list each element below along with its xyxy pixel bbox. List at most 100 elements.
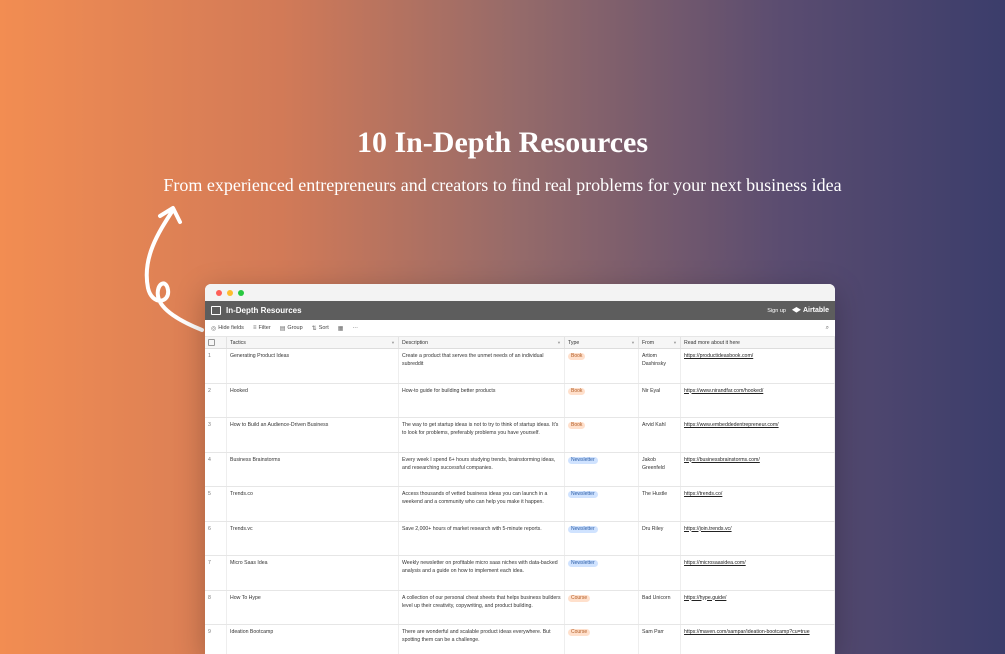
link-cell[interactable]: https://microsaasidea.com/ <box>681 556 835 590</box>
column-header-from[interactable]: From ▼ <box>639 337 681 348</box>
column-header-label: Tactics <box>230 339 246 346</box>
from-cell[interactable]: Sam Parr <box>639 625 681 654</box>
tactic-cell[interactable]: How to Build an Audience-Driven Business <box>227 418 399 452</box>
type-cell[interactable]: Course <box>565 625 639 654</box>
sort-label: Sort <box>318 325 329 331</box>
group-button[interactable]: ▤ Group <box>280 325 303 332</box>
view-toolbar: ◎ Hide fields ≡ Filter ▤ Group ⇅ Sort ▦ … <box>205 320 835 337</box>
tactic-cell[interactable]: Hooked <box>227 383 399 417</box>
description-cell[interactable]: How-to guide for building better product… <box>399 383 565 417</box>
description-cell[interactable]: Create a product that serves the unmet n… <box>399 349 565 383</box>
app-header: In-Depth Resources Sign up Airtable <box>205 301 835 320</box>
description-cell[interactable]: A collection of our personal cheat sheet… <box>399 590 565 624</box>
link-cell[interactable]: https://businessbrainstorms.com/ <box>681 452 835 486</box>
hide-fields-button[interactable]: ◎ Hide fields <box>211 325 244 332</box>
sort-button[interactable]: ⇅ Sort <box>312 325 329 332</box>
tactic-cell[interactable]: How To Hype <box>227 590 399 624</box>
from-cell[interactable]: The Hustle <box>639 487 681 521</box>
filter-label: Filter <box>258 325 271 331</box>
tactic-cell[interactable]: Ideation Bootcamp <box>227 625 399 654</box>
resource-link[interactable]: https://www.embeddedentrepreneur.com/ <box>684 422 779 428</box>
resource-link[interactable]: https://join.trends.vc/ <box>684 526 732 532</box>
type-badge: Book <box>568 422 586 429</box>
from-cell[interactable]: Bad Unicorn <box>639 590 681 624</box>
minimize-window-button[interactable] <box>227 289 233 296</box>
from-cell[interactable]: Jakob Greenfeld <box>639 452 681 486</box>
type-cell[interactable]: Course <box>565 590 639 624</box>
from-cell[interactable]: Dru Riley <box>639 521 681 555</box>
row-number: 1 <box>205 349 227 383</box>
close-window-button[interactable] <box>216 289 222 296</box>
description-cell[interactable]: There are wonderful and scalable product… <box>399 625 565 654</box>
select-all-checkbox[interactable] <box>205 337 227 348</box>
link-cell[interactable]: https://www.nirandfar.com/hooked/ <box>681 383 835 417</box>
link-cell[interactable]: https://trends.co/ <box>681 487 835 521</box>
sort-icon: ⇅ <box>311 325 317 332</box>
link-cell[interactable]: https://hype.guide/ <box>681 590 835 624</box>
type-cell[interactable]: Newsletter <box>565 487 639 521</box>
group-label: Group <box>287 325 303 331</box>
type-badge: Book <box>568 387 586 395</box>
table-row[interactable]: 4 Business Brainstorms Every week I spend … <box>205 452 835 487</box>
link-cell[interactable]: https://join.trends.vc/ <box>681 521 835 555</box>
table-row[interactable]: 5 Trends.co Access thousands of vetted bus… <box>205 487 835 522</box>
column-header-type[interactable]: Type ▼ <box>565 337 639 348</box>
link-cell[interactable]: https://maven.com/sampar/ideation-bootca… <box>681 625 835 654</box>
tactic-cell[interactable]: Business Brainstorms <box>227 452 399 486</box>
type-cell[interactable]: Newsletter <box>565 556 639 590</box>
resource-link[interactable]: https://www.nirandfar.com/hooked/ <box>684 388 763 394</box>
from-cell[interactable]: Artiom Dashinsky <box>639 349 681 383</box>
from-cell[interactable] <box>639 556 681 590</box>
table-body: 1 Generating Product Ideas Create a produc… <box>205 349 835 654</box>
type-cell[interactable]: Newsletter <box>565 521 639 555</box>
tactic-cell[interactable]: Micro Saas Idea <box>227 556 399 590</box>
hero-title: 10 In-Depth Resources <box>356 126 649 159</box>
resource-link[interactable]: https://productideasbook.com/ <box>684 353 753 359</box>
hero-subtitle: From experienced entrepreneurs and creat… <box>163 175 842 195</box>
table-row[interactable]: 9 Ideation Bootcamp There are wonderful an… <box>205 625 835 654</box>
resource-link[interactable]: https://microsaasidea.com/ <box>684 560 746 566</box>
from-cell[interactable]: Nir Eyal <box>639 383 681 417</box>
column-header-tactics[interactable]: Tactics ▼ <box>227 337 399 348</box>
table-row[interactable]: 6 Trends.vc Save 2,000+ hours of market re… <box>205 521 835 556</box>
link-cell[interactable]: https://www.embeddedentrepreneur.com/ <box>681 418 835 452</box>
type-badge: Newsletter <box>568 560 598 567</box>
resource-link[interactable]: https://maven.com/sampar/ideation-bootca… <box>684 629 810 635</box>
filter-button[interactable]: ≡ Filter <box>253 325 271 331</box>
description-cell[interactable]: The way to get startup ideas is not to t… <box>399 418 565 452</box>
filter-icon: ≡ <box>252 325 257 331</box>
table-row[interactable]: 2 Hooked How-to guide for building better … <box>205 383 835 418</box>
more-options-button[interactable]: ··· <box>352 325 358 331</box>
tactic-cell[interactable]: Trends.co <box>227 487 399 521</box>
airtable-logo[interactable]: Airtable <box>791 307 829 314</box>
row-height-button[interactable]: ▦ <box>338 325 344 332</box>
description-cell[interactable]: Weekly newsletter on profitable micro sa… <box>399 556 565 590</box>
link-cell[interactable]: https://productideasbook.com/ <box>681 349 835 383</box>
table-row[interactable]: 7 Micro Saas Idea Weekly newsletter on pro… <box>205 556 835 591</box>
type-badge: Newsletter <box>568 491 598 498</box>
row-number: 3 <box>205 418 227 452</box>
table-row[interactable]: 8 How To Hype A collection of our personal… <box>205 590 835 625</box>
eye-icon: ◎ <box>211 325 217 332</box>
from-cell[interactable]: Arvid Kahl <box>639 418 681 452</box>
table-row[interactable]: 1 Generating Product Ideas Create a produc… <box>205 349 835 384</box>
type-cell[interactable]: Newsletter <box>565 452 639 486</box>
description-cell[interactable]: Every week I spend 6+ hours studying tre… <box>399 452 565 486</box>
tactic-cell[interactable]: Trends.vc <box>227 521 399 555</box>
table-row[interactable]: 3 How to Build an Audience-Driven Busines… <box>205 418 835 453</box>
column-header-description[interactable]: Description ▼ <box>399 337 565 348</box>
search-button[interactable]: ⌕ <box>826 325 829 332</box>
type-cell[interactable]: Book <box>565 383 639 417</box>
sign-up-link[interactable]: Sign up <box>767 308 786 314</box>
description-cell[interactable]: Access thousands of vetted business idea… <box>399 487 565 521</box>
resource-link[interactable]: https://hype.guide/ <box>684 595 726 601</box>
resource-link[interactable]: https://trends.co/ <box>684 491 722 497</box>
description-cell[interactable]: Save 2,000+ hours of market research wit… <box>399 521 565 555</box>
tactic-cell[interactable]: Generating Product Ideas <box>227 349 399 383</box>
maximize-window-button[interactable] <box>238 289 244 296</box>
type-cell[interactable]: Book <box>565 418 639 452</box>
resource-link[interactable]: https://businessbrainstorms.com/ <box>684 457 760 463</box>
type-cell[interactable]: Book <box>565 349 639 383</box>
column-header-read-more[interactable]: Read more about it here <box>681 337 835 348</box>
column-header-label: Read more about it here <box>684 339 740 346</box>
